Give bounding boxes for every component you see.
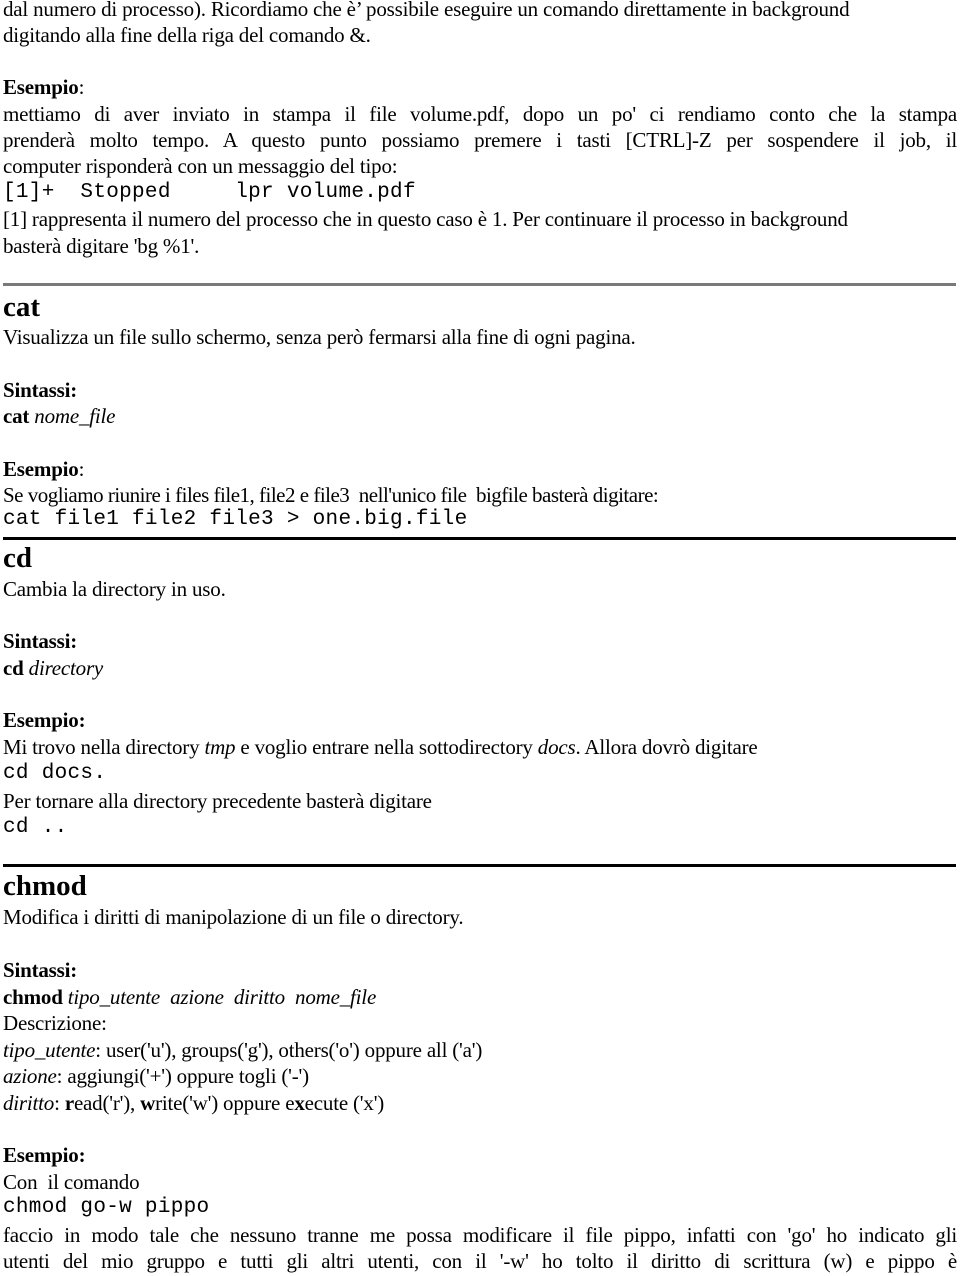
chmod-example-text-2: faccio in modo tale che nessuno tranne m… [3, 1223, 957, 1247]
cd-example-text-part: Mi trovo nella directory [3, 735, 205, 759]
highlight-x: x [294, 1091, 305, 1115]
term-tipo-utente: tipo_utente [3, 1038, 96, 1062]
term-diritto: diritto [3, 1091, 55, 1115]
cat-example-label: Esempio [3, 457, 79, 481]
cd-syntax-command: cd [3, 656, 24, 680]
definition-text: : user('u'), groups('g'), others('o') op… [95, 1038, 483, 1062]
chmod-syntax: chmod tipo_utente azione diritto nome_fi… [3, 984, 376, 1010]
intro-example-line-5: basterà digitare 'bg %1'. [3, 234, 200, 258]
chmod-description-label: Descrizione: [3, 1011, 107, 1035]
cat-syntax-command: cat [3, 404, 30, 428]
cd-example-dir-tmp: tmp [204, 735, 236, 759]
highlight-r: r [64, 1091, 74, 1115]
cd-example-label: Esempio: [3, 708, 86, 732]
definition-text: rite('w') oppure e [155, 1091, 295, 1115]
cat-example-heading: Esempio: [3, 456, 84, 482]
chmod-desc-azione: azione: aggiungi('+') oppure togli ('-') [3, 1063, 309, 1089]
cat-example-colon: : [78, 457, 85, 481]
chmod-example-text-3: utenti del mio gruppo e tutti gli altri … [3, 1249, 957, 1273]
cat-example-text: Se vogliamo riunire i files file1, file2… [3, 483, 659, 507]
intro-line-1: dal numero di processo). Ricordiamo che … [3, 0, 850, 21]
chmod-syntax-label: Sintassi: [3, 958, 78, 982]
chmod-example-text-1: Con il comando [3, 1170, 140, 1194]
chmod-example-label: Esempio: [3, 1143, 86, 1167]
intro-example-line-2: prenderà molto tempo. A questo punto pos… [3, 128, 957, 152]
command-title-cd: cd [3, 542, 32, 574]
cd-example-text-2: Per tornare alla directory precedente ba… [3, 789, 432, 813]
cat-description: Visualizza un file sullo schermo, senza … [3, 325, 636, 349]
cd-example-text: Mi trovo nella directory tmp e voglio en… [3, 734, 758, 760]
cd-syntax: cd directory [3, 655, 103, 681]
section-divider [3, 537, 956, 540]
chmod-syntax-command: chmod [3, 985, 63, 1009]
section-divider [3, 864, 956, 867]
command-title-chmod: chmod [3, 870, 87, 902]
intro-example-line-4: [1] rappresenta il numero del processo c… [3, 207, 848, 231]
cd-example-dir-docs: docs [537, 735, 576, 759]
cat-example-code: cat file1 file2 file3 > one.big.file [3, 508, 468, 531]
cd-example-text-part: e voglio entrare nella sottodirectory [235, 735, 538, 759]
chmod-desc-diritto: diritto: read('r'), write('w') oppure ex… [3, 1090, 384, 1116]
definition-text: : [54, 1091, 65, 1115]
command-title-cat: cat [3, 291, 41, 323]
intro-code-stopped: [1]+ Stopped lpr volume.pdf [3, 181, 416, 204]
example-label: Esempio [3, 75, 79, 99]
cd-example-code-2: cd .. [3, 816, 68, 839]
highlight-w: w [140, 1091, 156, 1115]
cd-example-text-part: . Allora dovrò digitare [575, 735, 758, 759]
cat-syntax-label: Sintassi: [3, 378, 78, 402]
chmod-description: Modifica i diritti di manipolazione di u… [3, 905, 464, 929]
cat-syntax-args: nome_file [29, 404, 116, 428]
definition-text: ecute ('x') [304, 1091, 385, 1115]
section-divider [3, 283, 956, 286]
cd-syntax-args: directory [23, 656, 104, 680]
cat-syntax: cat nome_file [3, 403, 115, 429]
cd-syntax-label: Sintassi: [3, 629, 78, 653]
intro-line-2: digitando alla fine della riga del coman… [3, 23, 371, 47]
definition-text: ead('r'), [73, 1091, 141, 1115]
intro-example-line-3: computer risponderà con un messaggio del… [3, 154, 398, 178]
term-azione: azione [3, 1064, 57, 1088]
definition-text: : aggiungi('+') oppure togli ('-') [56, 1064, 309, 1088]
chmod-example-code: chmod go-w pippo [3, 1196, 210, 1219]
intro-example-heading: Esempio: [3, 74, 84, 100]
chmod-syntax-args: tipo_utente azione diritto nome_file [62, 985, 377, 1009]
cd-example-code-1: cd docs. [3, 762, 107, 785]
chmod-desc-tipo-utente: tipo_utente: user('u'), groups('g'), oth… [3, 1037, 482, 1063]
example-colon: : [78, 75, 85, 99]
intro-example-line-1: mettiamo di aver inviato in stampa il fi… [3, 102, 957, 126]
cd-description: Cambia la directory in uso. [3, 577, 226, 601]
